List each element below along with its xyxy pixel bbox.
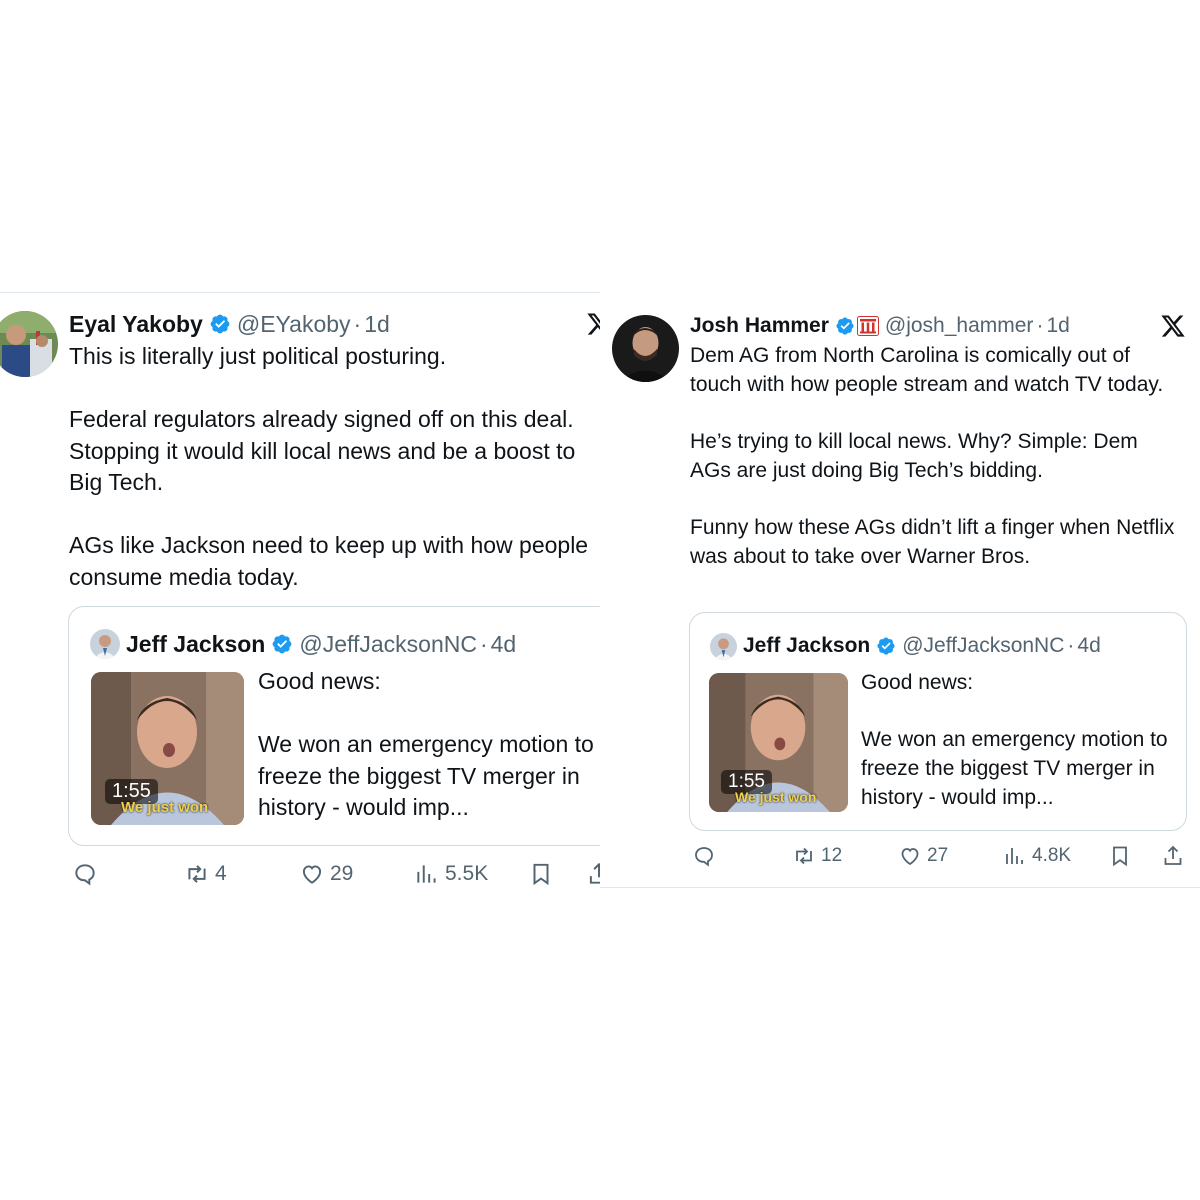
bookmark-icon (1113, 846, 1127, 867)
like-icon (302, 865, 322, 884)
quoted-author-name[interactable]: Jeff Jackson (126, 631, 265, 658)
verified-badge-icon (835, 316, 855, 336)
retweet-icon (796, 847, 812, 865)
quoted-author-name[interactable]: Jeff Jackson (743, 634, 870, 658)
separator-dot: · (1067, 634, 1075, 657)
retweet-count: 12 (821, 845, 843, 866)
retweet-button[interactable]: 4 (184, 861, 227, 887)
author-handle[interactable]: @EYakoby (237, 311, 351, 338)
quoted-tweet-text: Good news: We won an emergency motion to… (861, 671, 1168, 809)
like-count: 29 (330, 862, 354, 885)
tweet-text: Dem AG from North Carolina is comically … (690, 344, 1175, 568)
retweet-button[interactable]: 12 (792, 844, 842, 868)
tweet-text: This is literally just political posturi… (69, 343, 589, 590)
retweet-icon (188, 865, 206, 883)
like-count: 27 (927, 845, 949, 866)
josh-hammer-avatar[interactable] (612, 315, 679, 382)
x-logo-icon[interactable] (1160, 313, 1186, 339)
eyal-yakoby-avatar[interactable] (0, 311, 58, 377)
share-button[interactable] (586, 861, 600, 887)
like-icon (901, 848, 919, 866)
separator-dot: · (353, 310, 362, 337)
share-button[interactable] (1161, 844, 1185, 868)
tweet-time[interactable]: 1d (364, 311, 390, 338)
bookmark-button[interactable] (1108, 844, 1132, 868)
verified-badge-icon (876, 636, 896, 656)
author-name[interactable]: Eyal Yakoby (69, 311, 203, 338)
share-icon (589, 862, 600, 884)
retweet-count: 4 (215, 862, 227, 885)
quoted-tweet-time[interactable]: 4d (1077, 634, 1100, 658)
verified-badge-icon (271, 633, 293, 655)
views-count: 5.5K (445, 862, 489, 885)
quoted-author-handle[interactable]: @JeffJacksonNC (902, 634, 1064, 658)
video-thumbnail[interactable]: 1:55 We just won (709, 673, 848, 812)
bookmark-icon (533, 863, 549, 886)
views-button[interactable]: 5.5K (414, 861, 488, 887)
right-tweet: Josh Hammer @josh_hammer · 1d Dem AG fro… (600, 292, 1200, 888)
separator-dot: · (1036, 314, 1044, 337)
quoted-tweet[interactable]: Jeff Jackson @JeffJacksonNC · 4d 1:55 We… (689, 612, 1187, 831)
like-button[interactable]: 29 (299, 861, 353, 887)
quoted-tweet-header: Jeff Jackson @JeffJacksonNC · 4d (90, 629, 516, 659)
video-thumbnail[interactable]: 1:55 We just won (91, 672, 244, 825)
x-logo-icon[interactable] (586, 311, 600, 337)
quoted-tweet-header: Jeff Jackson @JeffJacksonNC · 4d (710, 632, 1101, 660)
quoted-tweet-time[interactable]: 4d (491, 631, 517, 658)
author-name[interactable]: Josh Hammer (690, 314, 829, 338)
bookmark-button[interactable] (528, 861, 554, 887)
reply-button[interactable] (692, 844, 716, 868)
jeff-jackson-avatar[interactable] (710, 632, 737, 660)
tweet-time[interactable]: 1d (1046, 314, 1069, 338)
verified-badge-icon (209, 313, 231, 335)
left-tweet: Eyal Yakoby @EYakoby · 1d This is litera… (0, 292, 600, 888)
share-icon (1164, 845, 1182, 865)
tweet-header: Josh Hammer @josh_hammer · 1d (690, 313, 1070, 339)
views-count: 4.8K (1032, 845, 1072, 866)
separator-dot: · (479, 630, 488, 657)
video-caption: We just won (735, 789, 817, 805)
reply-button[interactable] (72, 861, 98, 887)
views-icon (1006, 848, 1023, 864)
views-button[interactable]: 4.8K (1003, 844, 1071, 868)
quoted-tweet[interactable]: Jeff Jackson @JeffJacksonNC · 4d 1:55 We… (68, 606, 600, 846)
reply-icon (695, 847, 713, 867)
video-caption: We just won (121, 799, 209, 816)
reply-icon (75, 864, 95, 886)
quoted-tweet-text: Good news: We won an emergency motion to… (258, 668, 594, 820)
views-icon (417, 865, 436, 883)
jeff-jackson-avatar[interactable] (90, 629, 120, 659)
tweet-header: Eyal Yakoby @EYakoby · 1d (69, 310, 390, 338)
quoted-author-handle[interactable]: @JeffJacksonNC (299, 631, 477, 658)
like-button[interactable]: 27 (898, 844, 948, 868)
author-handle[interactable]: @josh_hammer (885, 314, 1034, 338)
affiliate-badge-icon[interactable] (856, 316, 879, 336)
